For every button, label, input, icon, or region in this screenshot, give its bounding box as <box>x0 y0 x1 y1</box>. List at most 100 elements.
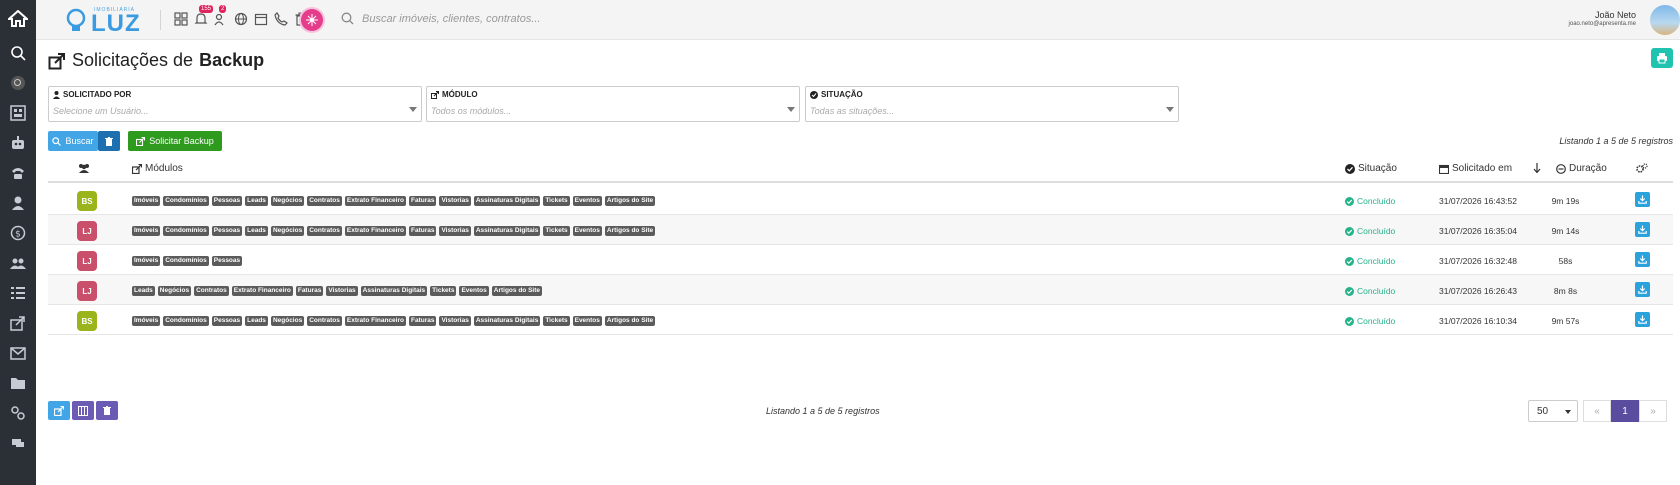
globe-icon[interactable] <box>233 11 249 27</box>
user-avatar[interactable]: LJ <box>77 221 97 241</box>
module-tag: Assinaturas Digitais <box>473 316 541 326</box>
users-group-icon[interactable] <box>0 248 36 278</box>
col-requested-at[interactable]: Solicitado em <box>1439 163 1512 174</box>
module-tag: Extrato Financeiro <box>344 196 406 206</box>
module-tag: Faturas <box>408 226 437 236</box>
user-avatar[interactable]: LJ <box>77 251 97 271</box>
col-modules[interactable]: Módulos <box>132 163 183 174</box>
module-tag: Pessoas <box>211 226 243 236</box>
bell-icon[interactable]: 155 <box>193 5 214 27</box>
home-logo-icon[interactable] <box>0 0 36 38</box>
user-avatar[interactable]: LJ <box>77 281 97 301</box>
search-icon[interactable] <box>0 38 36 68</box>
col-modules-label: Módulos <box>145 163 183 174</box>
user-avatar[interactable]: BS <box>77 311 97 331</box>
page-1-button[interactable]: 1 <box>1611 400 1639 422</box>
folder-icon[interactable] <box>0 368 36 398</box>
columns-button[interactable] <box>72 401 94 420</box>
contacts-icon[interactable]: 2 <box>213 5 229 27</box>
module-tag: Negócios <box>270 226 305 236</box>
module-tag: Faturas <box>408 316 437 326</box>
module-tag: Pessoas <box>211 316 243 326</box>
module-tags: Imóveis Condomínios Pessoas Leads Negócios Co… <box>132 196 656 206</box>
robot-icon[interactable] <box>0 128 36 158</box>
settings-icon[interactable] <box>0 398 36 428</box>
list-icon[interactable] <box>0 278 36 308</box>
download-button[interactable] <box>1635 192 1650 207</box>
sort-down-icon[interactable] <box>1533 163 1541 173</box>
page-title: Solicitações de Backup <box>48 50 264 71</box>
col-status-label: Situação <box>1358 163 1397 174</box>
module-tag: Vistorias <box>439 316 471 326</box>
module-tag: Condomínios <box>163 196 209 206</box>
phone-call-icon[interactable] <box>273 11 289 27</box>
global-search[interactable]: Buscar imóveis, clientes, contratos... <box>341 12 541 25</box>
dashboard-search-icon[interactable] <box>0 68 36 98</box>
plugin-button[interactable] <box>301 9 323 31</box>
col-duration[interactable]: Duração <box>1556 163 1607 174</box>
download-button[interactable] <box>1635 282 1650 297</box>
brand-logo[interactable]: IMOBILIÁRIA LUZ <box>64 6 140 36</box>
search-button[interactable]: Buscar <box>48 131 98 151</box>
filter-status-select[interactable]: Todas as situações... <box>810 106 894 116</box>
user-email: joao.neto@apresenta.me <box>1568 21 1636 27</box>
status-text: Concluído <box>1357 286 1396 296</box>
status-text: Concluído <box>1357 316 1396 326</box>
clear-button[interactable] <box>98 131 120 151</box>
notifications-badge: 155 <box>199 5 214 13</box>
page-size-select[interactable]: 50 <box>1528 400 1578 422</box>
filter-status[interactable]: SITUAÇÃO Todas as situações... <box>805 86 1179 122</box>
filter-requested-by[interactable]: SOLICITADO POR Selecione um Usuário... <box>48 86 422 122</box>
users-group-icon <box>78 163 90 173</box>
module-tag: Eventos <box>572 226 602 236</box>
module-tag: Vistorias <box>439 226 471 236</box>
finance-icon[interactable]: $ <box>0 218 36 248</box>
quick-actions: 155 2 <box>173 5 309 27</box>
delete-button[interactable] <box>96 401 118 420</box>
check-circle-icon <box>1345 163 1355 174</box>
status-text: Concluído <box>1357 196 1396 206</box>
status-badge: Concluído <box>1345 316 1395 326</box>
filter-module[interactable]: MÓDULO Todos os módulos... <box>426 86 800 122</box>
mail-icon[interactable] <box>0 338 36 368</box>
status-text: Concluído <box>1357 226 1396 236</box>
filter-requested-by-select[interactable]: Selecione um Usuário... <box>53 106 149 116</box>
user-name[interactable]: João Neto <box>1595 10 1636 20</box>
avatar[interactable] <box>1650 5 1680 35</box>
module-tags: Imóveis Condomínios Pessoas Leads Negócios Co… <box>132 316 656 326</box>
request-backup-button[interactable]: Solicitar Backup <box>128 131 222 151</box>
col-status[interactable]: Situação <box>1345 163 1397 174</box>
duration: 58s <box>1558 256 1573 266</box>
phone-icon[interactable] <box>0 158 36 188</box>
search-input[interactable]: Buscar imóveis, clientes, contratos... <box>362 13 541 25</box>
chevron-down-icon <box>1565 410 1571 414</box>
share-icon[interactable] <box>0 308 36 338</box>
export-button[interactable] <box>48 401 70 420</box>
search-icon <box>341 12 354 25</box>
listing-count-bottom: Listando 1 a 5 de 5 registros <box>766 406 880 416</box>
first-page-button[interactable]: « <box>1583 400 1611 422</box>
calendar-icon[interactable] <box>253 11 269 27</box>
module-tag: Contratos <box>194 286 229 296</box>
module-tags: Leads Negócios Contratos Extrato Financeiro… <box>132 286 542 296</box>
filter-module-select[interactable]: Todos os módulos... <box>431 106 511 116</box>
print-button[interactable] <box>1651 48 1673 68</box>
download-button[interactable] <box>1635 312 1650 327</box>
grid-icon[interactable] <box>173 11 189 27</box>
module-tag: Assinaturas Digitais <box>473 226 541 236</box>
module-tag: Leads <box>245 196 268 206</box>
user-avatar[interactable]: BS <box>77 191 97 211</box>
download-button[interactable] <box>1635 222 1650 237</box>
dashboard-icon[interactable] <box>0 98 36 128</box>
status-badge: Concluído <box>1345 196 1395 206</box>
last-page-button[interactable]: » <box>1639 400 1667 422</box>
module-tag: Tickets <box>543 226 570 236</box>
chat-icon[interactable] <box>0 428 36 458</box>
calendar-icon <box>1439 164 1449 174</box>
filter-module-label: MÓDULO <box>442 90 478 99</box>
user-icon[interactable] <box>0 188 36 218</box>
search-button-label: Buscar <box>65 136 94 146</box>
module-tag: Leads <box>132 286 155 296</box>
chevron-down-icon <box>1166 107 1174 112</box>
download-button[interactable] <box>1635 252 1650 267</box>
